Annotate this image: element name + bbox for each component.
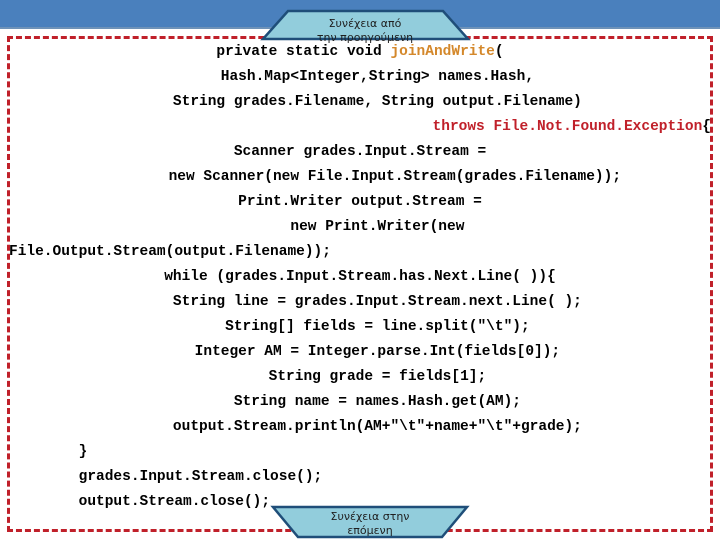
code-token: { — [702, 119, 711, 135]
code-line: grades.Input.Stream.close(); — [9, 465, 711, 490]
code-line: throws File.Not.Found.Exception{ — [9, 115, 711, 140]
code-line: Scanner grades.Input.Stream = — [9, 140, 711, 165]
code-token: new Print.Writer(new — [255, 219, 465, 235]
code-line: output.Stream.println(AM+"\t"+name+"\t"+… — [9, 415, 711, 440]
code-token: String[] fields = line.split("\t"); — [190, 319, 530, 335]
code-line: String[] fields = line.split("\t"); — [9, 315, 711, 340]
code-token: throws File.Not.Found.Exception — [432, 119, 703, 135]
code-token: output.Stream.close(); — [9, 494, 271, 510]
code-line: while (grades.Input.Stream.has.Next.Line… — [9, 265, 711, 290]
slide-canvas: private static void joinAndWrite( Hash.M… — [0, 0, 720, 540]
code-token: new Scanner(new File.Input.Stream(grades… — [98, 169, 622, 185]
code-token: } — [9, 444, 88, 460]
code-line: Print.Writer output.Stream = — [9, 190, 711, 215]
code-token: output.Stream.println(AM+"\t"+name+"\t"+… — [138, 419, 582, 435]
code-token: String grades.Filename, String output.Fi… — [138, 94, 582, 110]
code-token: Integer AM = Integer.parse.Int(fields[0]… — [159, 344, 561, 360]
code-line: new Print.Writer(new — [9, 215, 711, 240]
code-token: grades.Input.Stream.close(); — [9, 469, 323, 485]
callout-continued-from-text: Συνέχεια από την προηγούμενη — [316, 17, 414, 44]
code-line: String name = names.Hash.get(AM); — [9, 390, 711, 415]
code-token: joinAndWrite — [390, 44, 495, 60]
code-token: String name = names.Hash.get(AM); — [199, 394, 521, 410]
callout-continued-next-text: Συνέχεια στην επόμενη — [330, 510, 410, 537]
code-token: Hash.Map<Integer,String> names.Hash, — [185, 69, 535, 85]
code-token: while (grades.Input.Stream.has.Next.Line… — [164, 269, 556, 285]
code-token: String grade = fields[1]; — [233, 369, 487, 385]
code-line: Integer AM = Integer.parse.Int(fields[0]… — [9, 340, 711, 365]
code-token: private static void — [216, 44, 391, 60]
code-token: File.Output.Stream(output.Filename)); — [9, 244, 331, 260]
code-line: } — [9, 440, 711, 465]
callout-continued-from: Συνέχεια από την προηγούμενη — [258, 6, 472, 44]
code-line: String line = grades.Input.Stream.next.L… — [9, 290, 711, 315]
callout-continued-next: Συνέχεια στην επόμενη — [268, 503, 472, 540]
code-line: String grade = fields[1]; — [9, 365, 711, 390]
code-token: String line = grades.Input.Stream.next.L… — [138, 294, 582, 310]
code-line: Hash.Map<Integer,String> names.Hash, — [9, 65, 711, 90]
code-line: File.Output.Stream(output.Filename)); — [9, 240, 711, 265]
code-token: Scanner grades.Input.Stream = — [233, 144, 487, 160]
code-listing: private static void joinAndWrite( Hash.M… — [9, 40, 711, 515]
code-line: String grades.Filename, String output.Fi… — [9, 90, 711, 115]
code-line: new Scanner(new File.Input.Stream(grades… — [9, 165, 711, 190]
code-token: Print.Writer output.Stream = — [238, 194, 482, 210]
code-token: ( — [494, 44, 504, 60]
